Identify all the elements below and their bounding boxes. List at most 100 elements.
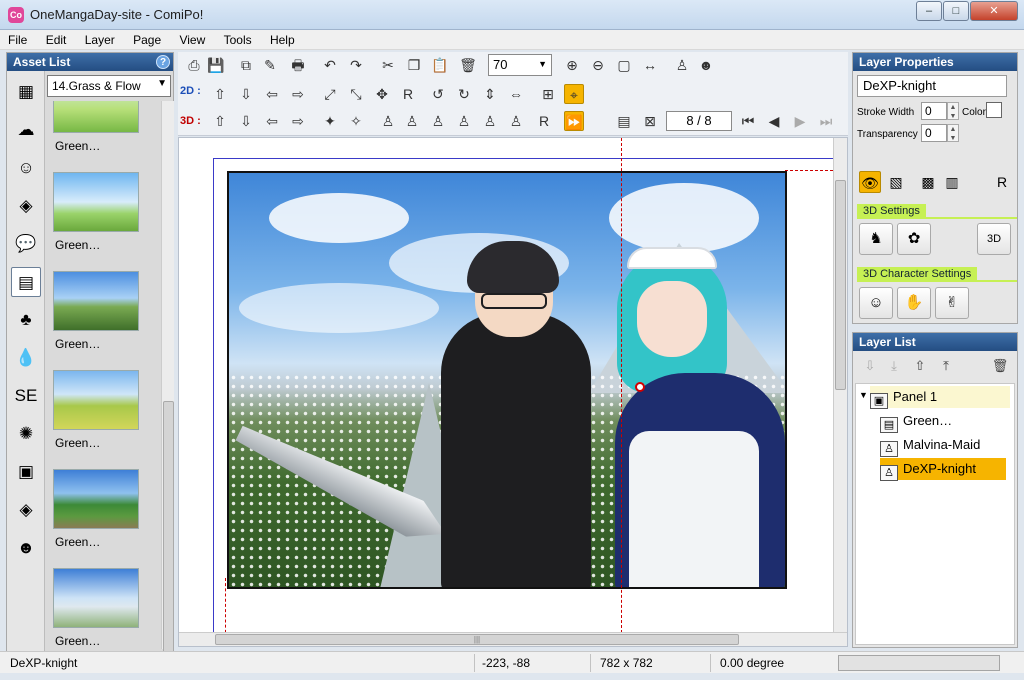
close-button[interactable]: ✕: [970, 1, 1018, 21]
last-page-icon[interactable]: ⏭: [816, 111, 836, 131]
fit-icon[interactable]: ✥: [372, 84, 392, 104]
rotation-handle[interactable]: [635, 382, 645, 392]
manga-panel[interactable]: [227, 171, 787, 589]
fit-page-icon[interactable]: ▢: [614, 55, 634, 75]
paste-icon[interactable]: 📋: [430, 55, 450, 75]
undo-icon[interactable]: ↶: [320, 55, 340, 75]
page-settings-icon[interactable]: ▤: [614, 111, 634, 131]
lock-icon[interactable]: ⊞: [538, 84, 558, 104]
tree-layer-row[interactable]: ▤ Green…: [880, 410, 1006, 433]
hands-icon[interactable]: ✌: [935, 287, 969, 319]
pose-1-icon[interactable]: ♙: [378, 111, 398, 131]
asset-thumbnail[interactable]: [53, 568, 139, 628]
reset-icon[interactable]: R: [398, 84, 418, 104]
character-face-icon[interactable]: ☻: [696, 55, 716, 75]
asset-thumbnail[interactable]: [53, 271, 139, 331]
move-layer-up-icon[interactable]: ⇧: [911, 357, 929, 375]
3d-left-icon[interactable]: ⇦: [262, 111, 282, 131]
scale-down-icon[interactable]: ⤡: [346, 84, 366, 104]
move-layer-bottom-icon[interactable]: ⤓: [885, 357, 903, 375]
canvas-vertical-scrollbar[interactable]: [833, 138, 847, 634]
reset-icon[interactable]: R: [991, 171, 1013, 193]
expand-icon[interactable]: ▼: [859, 390, 868, 400]
3d-parts-icon[interactable]: ✿: [897, 223, 931, 255]
stroke-width-spinner[interactable]: ▲ ▼: [947, 102, 959, 120]
asset-thumbnail[interactable]: [53, 469, 139, 529]
3d-view-icon[interactable]: 3D: [977, 223, 1011, 255]
face-expression-icon[interactable]: ☺: [859, 287, 893, 319]
print-icon[interactable]: ⎙: [184, 55, 204, 75]
zoom-select[interactable]: 70 ▼: [488, 54, 552, 76]
menu-layer[interactable]: Layer: [77, 30, 122, 47]
layer-name-field[interactable]: DeXP-knight: [857, 75, 1007, 97]
asset-thumbnail[interactable]: [53, 172, 139, 232]
character-icon[interactable]: ☺: [11, 153, 41, 183]
user-3d-icon[interactable]: ◈: [11, 495, 41, 525]
eye-icon[interactable]: 👁: [859, 171, 881, 193]
checker-icon[interactable]: ▩: [917, 171, 939, 193]
burst-effect-icon[interactable]: ✺: [11, 419, 41, 449]
se-text-icon[interactable]: SE: [11, 381, 41, 411]
menu-help[interactable]: Help: [262, 30, 302, 47]
next-page-icon[interactable]: ▶: [790, 111, 810, 131]
3d-rotate-x-icon[interactable]: ✦: [320, 111, 340, 131]
menu-page[interactable]: Page: [125, 30, 168, 47]
stroke-color-swatch[interactable]: [986, 102, 1002, 118]
move-layer-top-icon[interactable]: ⤒: [937, 357, 955, 375]
move-right-icon[interactable]: ⇨: [288, 84, 308, 104]
transparency-spinner[interactable]: ▲ ▼: [947, 124, 959, 142]
help-icon[interactable]: ?: [156, 55, 170, 69]
tree-panel-row[interactable]: ▣ Panel 1: [870, 386, 1010, 409]
body-pose-icon[interactable]: ✋: [897, 287, 931, 319]
light-icon[interactable]: ♙: [672, 55, 692, 75]
page-delete-icon[interactable]: ⊠: [640, 111, 660, 131]
save-icon[interactable]: 💾: [206, 55, 226, 75]
transparency-input[interactable]: 0: [921, 124, 947, 142]
balloon-icon[interactable]: ☁: [11, 115, 41, 145]
3d-pose-icon[interactable]: ♞: [859, 223, 893, 255]
redo-icon[interactable]: ↷: [346, 55, 366, 75]
scale-up-icon[interactable]: ⤢: [320, 84, 340, 104]
drop-icon[interactable]: 💧: [11, 343, 41, 373]
flip-vertical-icon[interactable]: ⇕: [480, 84, 500, 104]
canvas-area[interactable]: |||: [178, 137, 848, 647]
tree-layer-row[interactable]: ♙ DeXP-knight: [880, 458, 1006, 481]
3d-right-icon[interactable]: ⇨: [288, 111, 308, 131]
tweet-icon[interactable]: ✎: [260, 55, 280, 75]
copy-icon[interactable]: ❐: [404, 55, 424, 75]
zoom-out-icon[interactable]: ⊖: [588, 55, 608, 75]
prev-page-icon[interactable]: ◀: [764, 111, 784, 131]
canvas-horizontal-scrollbar[interactable]: |||: [179, 632, 847, 646]
delete-layer-icon[interactable]: 🗑: [991, 357, 1009, 375]
speech-bubble-icon[interactable]: 💬: [11, 229, 41, 259]
stroke-width-input[interactable]: 0: [921, 102, 947, 120]
3d-rotate-y-icon[interactable]: ✧: [346, 111, 366, 131]
asset-thumbnail[interactable]: [53, 101, 139, 133]
move-layer-down-icon[interactable]: ⇩: [861, 357, 879, 375]
face-icon[interactable]: ☻: [11, 533, 41, 563]
printer-icon[interactable]: 🖶: [288, 55, 308, 75]
3d-down-icon[interactable]: ⇩: [236, 111, 256, 131]
pose-4-icon[interactable]: ♙: [454, 111, 474, 131]
category-select[interactable]: 14.Grass & Flow ▼: [47, 75, 171, 97]
cut-icon[interactable]: ✂: [378, 55, 398, 75]
menu-tools[interactable]: Tools: [216, 30, 259, 47]
rotate-left-icon[interactable]: ↺: [428, 84, 448, 104]
menu-view[interactable]: View: [171, 30, 212, 47]
pose-2-icon[interactable]: ♙: [402, 111, 422, 131]
pin-icon[interactable]: ⌖: [564, 84, 584, 104]
asset-scrollbar[interactable]: [161, 101, 174, 671]
page-indicator[interactable]: 8 / 8: [666, 111, 732, 131]
pose-3-icon[interactable]: ♙: [428, 111, 448, 131]
background-icon[interactable]: ▤: [11, 267, 41, 297]
menu-file[interactable]: File: [0, 30, 34, 47]
menu-edit[interactable]: Edit: [38, 30, 74, 47]
tree-icon[interactable]: ♣: [11, 305, 41, 335]
minimize-button[interactable]: –: [916, 1, 942, 21]
image-icon[interactable]: ▧: [885, 171, 907, 193]
delete-icon[interactable]: 🗑: [458, 55, 478, 75]
user-background-icon[interactable]: ▣: [11, 457, 41, 487]
asset-scroll-thumb[interactable]: [163, 401, 174, 671]
first-page-icon[interactable]: ⏮: [738, 111, 758, 131]
flip-horizontal-icon[interactable]: ⇔: [506, 84, 526, 104]
